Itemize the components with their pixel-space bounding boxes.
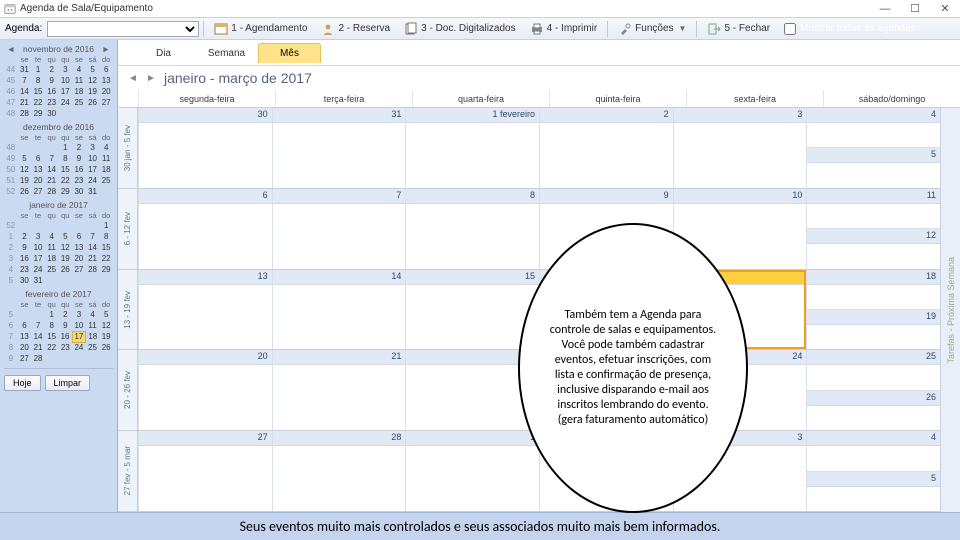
calendar-cell[interactable]: 6 (138, 189, 272, 269)
week-label[interactable]: 20 - 26 fev (118, 350, 137, 431)
mini-month-title: dezembro de 2016 (23, 122, 94, 132)
exit-icon (707, 22, 721, 36)
day-header: terça-feira (275, 90, 412, 107)
tab-dia[interactable]: Dia (132, 43, 195, 63)
day-header: quinta-feira (549, 90, 686, 107)
calendar-cell[interactable]: 1 fevereiro (405, 108, 539, 188)
mini-month[interactable]: janeiro de 2017seteququsesádo52112345678… (4, 199, 113, 286)
chk-show-areas-input[interactable] (784, 23, 796, 35)
calendar-cell[interactable]: 3 (673, 108, 807, 188)
week-label[interactable]: 30 jan - 5 fev (118, 108, 137, 189)
calendar-grid[interactable]: 30311 fevereiro2345678910111213141516171… (138, 108, 940, 512)
calendar-cell[interactable]: 1819 (806, 270, 940, 350)
app-icon (4, 3, 16, 15)
person-icon (321, 22, 335, 36)
tab-semana[interactable]: Semana (195, 43, 258, 63)
week-label[interactable]: 6 - 12 fev (118, 189, 137, 270)
period-prev[interactable]: ◄ (128, 73, 138, 83)
chk-show-areas-label: Mostrar todas as agendas (800, 23, 916, 34)
window-titlebar: Agenda de Sala/Equipamento — ☐ ✕ (0, 0, 960, 18)
btn-reserva[interactable]: 2 - Reserva (315, 19, 396, 39)
mini-month[interactable]: dezembro de 2016seteququsesádo4812344956… (4, 121, 113, 197)
btn-fechar[interactable]: 5 - Fechar (701, 19, 776, 39)
bottom-caption-text: Seus eventos muito mais controlados e se… (240, 518, 721, 535)
printer-icon (530, 22, 544, 36)
window-title: Agenda de Sala/Equipamento (20, 3, 870, 14)
info-callout: Também tem a Agenda para controle de sal… (518, 223, 748, 513)
mini-month[interactable]: ◄novembro de 2016►seteququsesádo44311234… (4, 43, 113, 119)
btn-docs-label: 3 - Doc. Digitalizados (421, 23, 515, 34)
calendar-cell[interactable]: 20 (138, 350, 272, 430)
info-callout-text: Também tem a Agenda para controle de sal… (546, 308, 720, 428)
calendar-cell[interactable]: 1112 (806, 189, 940, 269)
calendar-cell[interactable]: 2526 (806, 350, 940, 430)
toolbar-separator (607, 21, 608, 37)
week-spine: 30 jan - 5 fev6 - 12 fev13 - 19 fev20 - … (118, 108, 138, 512)
btn-reserva-label: 2 - Reserva (338, 23, 390, 34)
calendar-cell[interactable]: 30 (138, 108, 272, 188)
agenda-select[interactable] (47, 21, 199, 37)
mini-prev[interactable]: ◄ (6, 44, 16, 54)
btn-agendamento[interactable]: 1 - Agendamento (208, 19, 313, 39)
btn-imprimir-label: 4 - Imprimir (547, 23, 598, 34)
calendar-cell[interactable]: 13 (138, 270, 272, 350)
calendar-cell[interactable]: 1 (405, 431, 539, 511)
chk-show-areas[interactable]: Mostrar todas as agendas (784, 23, 916, 35)
day-header: sexta-feira (686, 90, 823, 107)
toolbar-separator (696, 21, 697, 37)
agenda-label: Agenda: (2, 23, 45, 34)
period-next[interactable]: ► (146, 73, 156, 83)
calendar-cell[interactable]: 21 (272, 350, 406, 430)
week-label[interactable]: 13 - 19 fev (118, 270, 137, 351)
toolbar-separator (203, 21, 204, 37)
tools-icon (618, 22, 632, 36)
mini-month-title: janeiro de 2017 (29, 200, 88, 210)
btn-funcoes-label: Funções (635, 23, 673, 34)
btn-agendamento-label: 1 - Agendamento (231, 23, 307, 34)
calendar-cell[interactable]: 31 (272, 108, 406, 188)
bottom-caption: Seus eventos muito mais controlados e se… (0, 512, 960, 540)
calendar-cell[interactable]: 45 (806, 431, 940, 511)
btn-funcoes[interactable]: Funções ▼ (612, 19, 692, 39)
calendar-cell[interactable]: 28 (272, 431, 406, 511)
chevron-down-icon: ▼ (679, 24, 687, 33)
calendar-cell[interactable]: 45 (806, 108, 940, 188)
calendar-cell[interactable]: 14 (272, 270, 406, 350)
period-title: janeiro - março de 2017 (164, 70, 312, 86)
right-tasks-strip[interactable]: Tarefas - Próxima Semana (940, 108, 960, 512)
main-toolbar: Agenda: 1 - Agendamento 2 - Reserva 3 - … (0, 18, 960, 40)
tab-mes[interactable]: Mês (258, 43, 321, 63)
calendar-cell[interactable]: 8 (405, 189, 539, 269)
day-header: quarta-feira (412, 90, 549, 107)
calendar-cell[interactable]: 15 (405, 270, 539, 350)
mini-calendar-panel: ◄novembro de 2016►seteququsesádo44311234… (0, 40, 118, 512)
window-close-button[interactable]: ✕ (930, 0, 960, 18)
mini-month[interactable]: fevereiro de 2017seteququsesádo512345667… (4, 288, 113, 364)
btn-hoje[interactable]: Hoje (4, 375, 41, 391)
right-tasks-label: Tarefas - Próxima Semana (946, 257, 956, 364)
window-maximize-button[interactable]: ☐ (900, 0, 930, 18)
mini-next[interactable]: ► (101, 44, 111, 54)
documents-icon (404, 22, 418, 36)
day-header: segunda-feira (138, 90, 275, 107)
mini-month-title: novembro de 2016 (23, 44, 94, 54)
view-tabs: Dia Semana Mês (132, 40, 321, 63)
calendar-cell[interactable]: 27 (138, 431, 272, 511)
calendar-cell[interactable]: 2 (539, 108, 673, 188)
btn-imprimir[interactable]: 4 - Imprimir (524, 19, 604, 39)
day-header: sábado/domingo (823, 90, 960, 107)
mini-month-title: fevereiro de 2017 (25, 289, 91, 299)
calendar-icon (214, 22, 228, 36)
week-label[interactable]: 27 fev - 5 mar (118, 431, 137, 512)
calendar-center: Dia Semana Mês ◄ ► janeiro - março de 20… (118, 40, 960, 512)
calendar-cell[interactable]: 7 (272, 189, 406, 269)
btn-limpar[interactable]: Limpar (45, 375, 91, 391)
btn-fechar-label: 5 - Fechar (724, 23, 770, 34)
window-minimize-button[interactable]: — (870, 0, 900, 18)
btn-docs[interactable]: 3 - Doc. Digitalizados (398, 19, 521, 39)
